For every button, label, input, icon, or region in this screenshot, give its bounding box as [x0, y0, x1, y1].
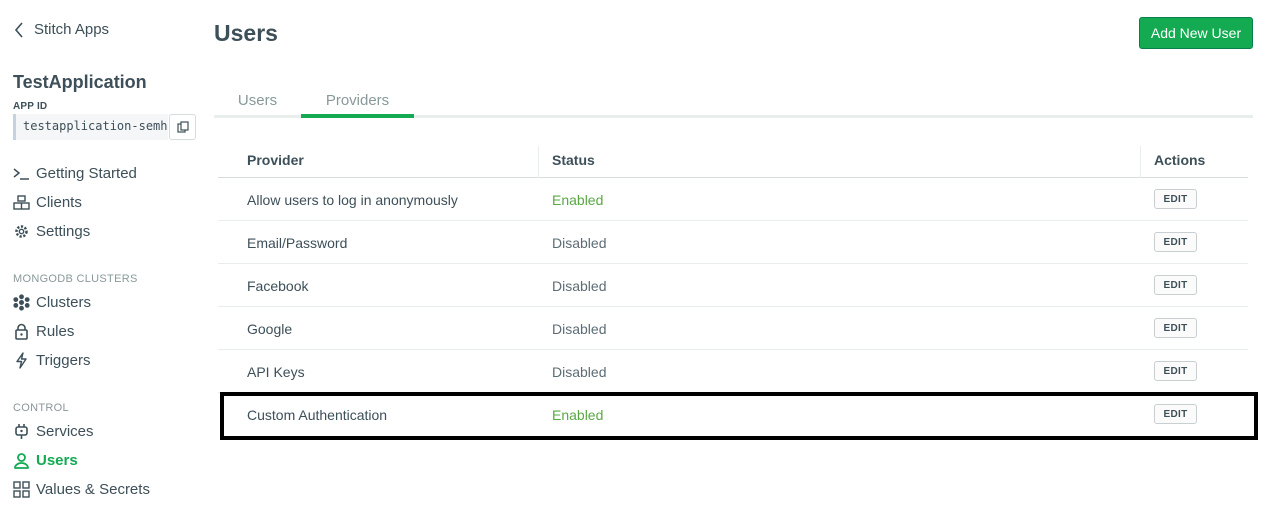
- sidebar-item-settings[interactable]: Settings: [13, 223, 90, 240]
- table-row: Custom Authentication Enabled EDIT: [218, 393, 1248, 436]
- edit-button[interactable]: EDIT: [1154, 404, 1197, 424]
- sidebar-item-label: Users: [36, 452, 78, 469]
- column-header-status: Status: [552, 152, 595, 168]
- back-label: Stitch Apps: [34, 21, 110, 38]
- provider-status: Disabled: [552, 278, 607, 294]
- sidebar-item-values-secrets[interactable]: Values & Secrets: [13, 481, 150, 498]
- page-title: Users: [214, 20, 278, 46]
- sidebar-item-label: Triggers: [36, 352, 91, 369]
- copy-app-id-button[interactable]: [169, 114, 196, 140]
- terminal-icon: [13, 165, 30, 182]
- app-id-field[interactable]: testapplication-semho: [13, 114, 168, 140]
- sidebar-item-label: Getting Started: [36, 165, 137, 182]
- providers-table: Provider Status Actions Allow users to l…: [218, 140, 1248, 436]
- bolt-icon: [13, 352, 30, 369]
- edit-button[interactable]: EDIT: [1154, 232, 1197, 252]
- column-divider: [538, 146, 539, 178]
- app-id-value: testapplication-semho: [23, 119, 168, 133]
- column-header-provider: Provider: [247, 152, 304, 168]
- provider-name: Custom Authentication: [247, 407, 388, 423]
- gear-icon: [13, 223, 30, 240]
- copy-icon: [176, 121, 189, 133]
- table-row: Email/Password Disabled EDIT: [218, 221, 1248, 264]
- table-header: Provider Status Actions: [218, 140, 1248, 178]
- table-row: Allow users to log in anonymously Enable…: [218, 178, 1248, 221]
- app-name: TestApplication: [13, 72, 147, 92]
- column-divider: [1140, 146, 1141, 178]
- edit-button[interactable]: EDIT: [1154, 275, 1197, 295]
- provider-status: Disabled: [552, 235, 607, 251]
- tab-users[interactable]: Users: [214, 82, 301, 118]
- app-id-label: APP ID: [13, 101, 48, 112]
- plug-icon: [13, 423, 30, 440]
- lock-icon: [13, 323, 30, 340]
- sidebar-item-triggers[interactable]: Triggers: [13, 352, 90, 369]
- edit-button[interactable]: EDIT: [1154, 189, 1197, 209]
- sidebar-item-label: Services: [36, 423, 94, 440]
- table-row: API Keys Disabled EDIT: [218, 350, 1248, 393]
- provider-status: Disabled: [552, 364, 607, 380]
- table-row: Google Disabled EDIT: [218, 307, 1248, 350]
- provider-name: API Keys: [247, 364, 305, 380]
- provider-name: Facebook: [247, 278, 309, 294]
- tab-providers[interactable]: Providers: [301, 82, 414, 118]
- sidebar-item-label: Clients: [36, 194, 82, 211]
- sidebar-item-clients[interactable]: Clients: [13, 194, 82, 211]
- active-tab-indicator: [301, 114, 414, 118]
- sidebar-item-label: Clusters: [36, 294, 92, 311]
- user-icon: [13, 452, 30, 469]
- clients-icon: [13, 194, 30, 211]
- sidebar-item-users[interactable]: Users: [13, 452, 78, 469]
- sidebar-item-services[interactable]: Services: [13, 423, 94, 440]
- back-to-stitch-apps-link[interactable]: Stitch Apps: [14, 21, 109, 38]
- tab-bar: Users Providers: [214, 82, 1253, 118]
- sidebar-item-clusters[interactable]: Clusters: [13, 294, 91, 311]
- edit-button[interactable]: EDIT: [1154, 318, 1197, 338]
- provider-name: Google: [247, 321, 293, 337]
- provider-name: Email/Password: [247, 235, 348, 251]
- sidebar-item-label: Rules: [36, 323, 75, 340]
- edit-button[interactable]: EDIT: [1154, 361, 1197, 381]
- sidebar-item-label: Values & Secrets: [36, 481, 150, 498]
- sidebar-item-label: Settings: [36, 223, 91, 240]
- provider-name: Allow users to log in anonymously: [247, 192, 458, 208]
- cluster-icon: [13, 294, 30, 311]
- table-row: Facebook Disabled EDIT: [218, 264, 1248, 307]
- sidebar-item-getting-started[interactable]: Getting Started: [13, 165, 137, 182]
- section-label-control: CONTROL: [13, 402, 69, 414]
- provider-status: Enabled: [552, 192, 604, 208]
- add-new-user-button[interactable]: Add New User: [1139, 17, 1253, 49]
- chevron-left-icon: [14, 21, 23, 38]
- provider-status: Disabled: [552, 321, 607, 337]
- sidebar: Stitch Apps TestApplication APP ID testa…: [0, 0, 200, 510]
- column-header-actions: Actions: [1154, 152, 1206, 168]
- provider-status: Enabled: [552, 407, 604, 423]
- section-label-mongodb-clusters: MONGODB CLUSTERS: [13, 273, 138, 285]
- grid-icon: [13, 481, 30, 498]
- sidebar-item-rules[interactable]: Rules: [13, 323, 74, 340]
